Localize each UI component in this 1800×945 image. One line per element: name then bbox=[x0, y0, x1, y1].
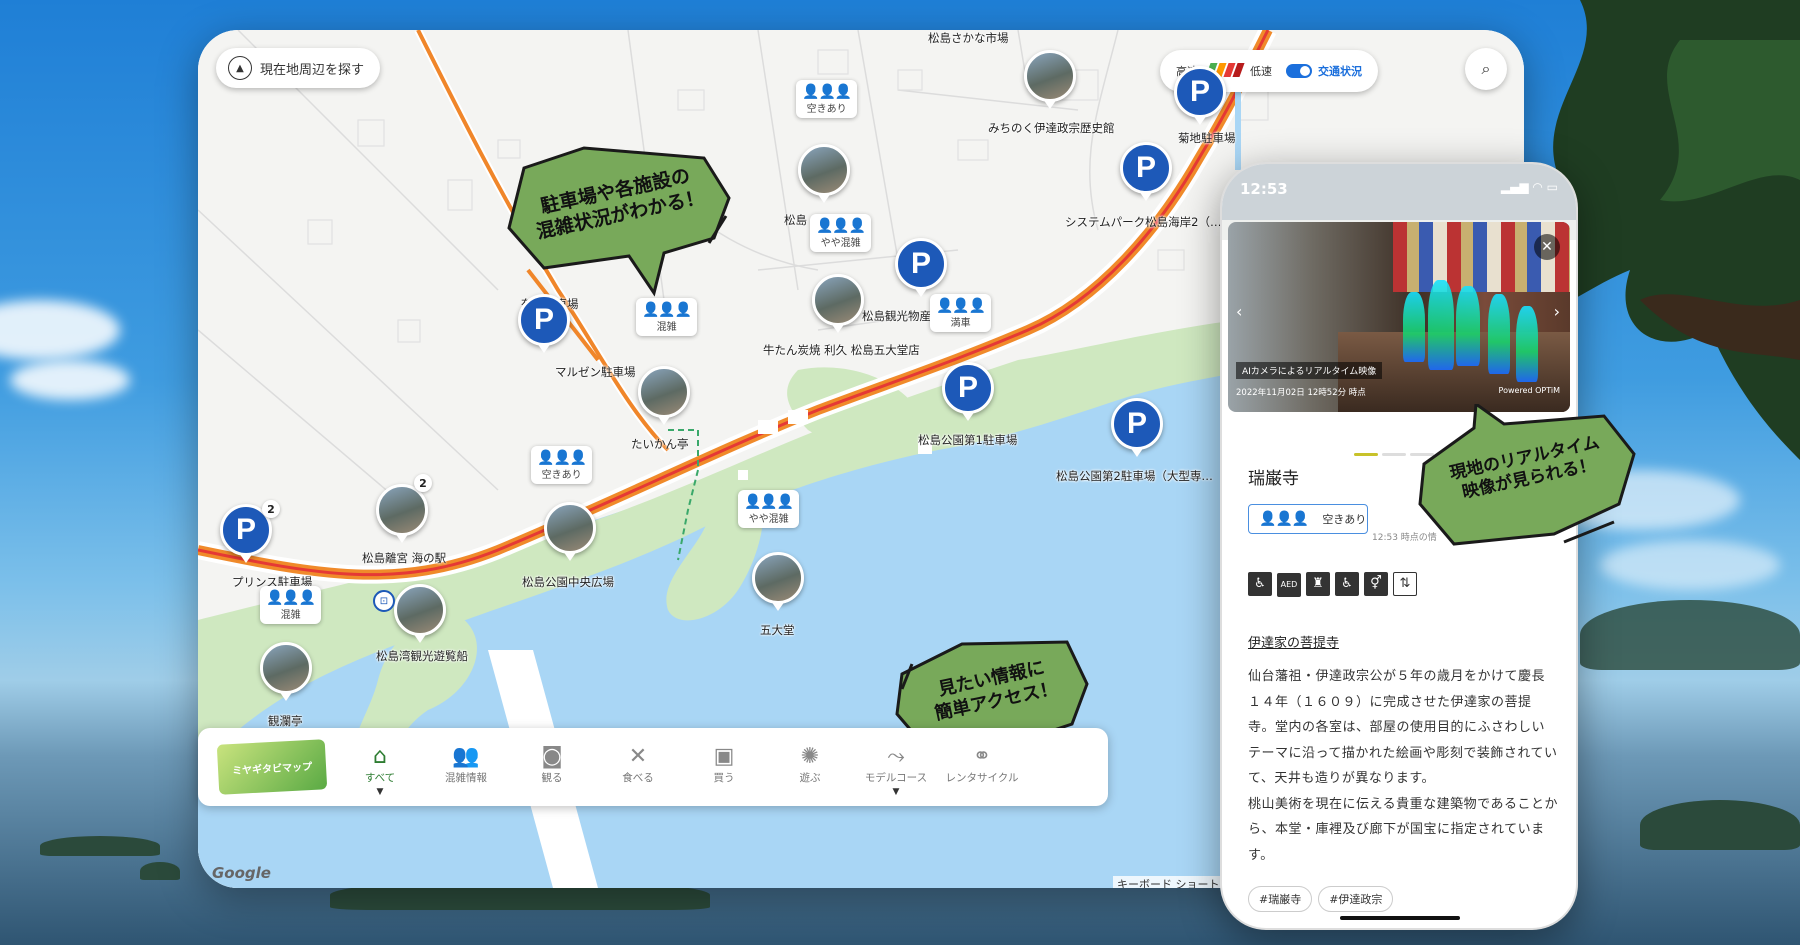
callout-video: 現地のリアルタイム 映像が見られる！ bbox=[1414, 404, 1640, 554]
aed-icon: AED bbox=[1277, 573, 1301, 597]
photo-pin[interactable] bbox=[812, 274, 864, 333]
place-label: システムパーク松島海岸2（… bbox=[1065, 215, 1222, 229]
place-subtitle: 伊達家の菩提寺 bbox=[1248, 636, 1340, 651]
place-label: 松島さかな市場 bbox=[928, 31, 1009, 45]
ferris-wheel-icon: ✺ bbox=[800, 744, 820, 769]
parking-pin[interactable]: P bbox=[1120, 142, 1172, 201]
chevron-down-icon: ▼ bbox=[376, 787, 384, 797]
bottom-navigation: ミヤギタビマップ ⌂ すべて ▼ 👥 混雑情報 ◙ 観る ✕ 食べる ▣ 買う … bbox=[198, 728, 1108, 806]
keyboard-shortcuts-link[interactable]: キーボード ショートカ bbox=[1113, 876, 1235, 888]
search-button[interactable]: ⌕ bbox=[1465, 48, 1507, 90]
nursing-room-icon: ♜ bbox=[1306, 572, 1330, 596]
home-indicator bbox=[1340, 916, 1460, 920]
navigation-icon: ▲ bbox=[228, 56, 252, 80]
crowd-badge[interactable]: 👤👤👤 空きあり bbox=[531, 446, 593, 484]
place-label: 菊地駐車場 bbox=[1178, 131, 1236, 145]
app-logo[interactable]: ミヤギタビマップ bbox=[216, 739, 328, 795]
status-bar: 12:53 ▂▄▆ ◠ ▭ bbox=[1222, 164, 1576, 220]
restroom-icon: ⚥ bbox=[1364, 572, 1388, 596]
photo-pin[interactable] bbox=[260, 642, 312, 701]
home-icon: ⌂ bbox=[373, 744, 387, 769]
nav-item-buy[interactable]: ▣ 買う bbox=[686, 744, 762, 785]
place-label: 松島観光物産 bbox=[862, 309, 931, 323]
tag[interactable]: #伊達政宗 bbox=[1318, 886, 1394, 912]
nav-item-model-course[interactable]: ⤳ モデルコース ▼ bbox=[858, 744, 934, 797]
place-label: 松島公園第1駐車場 bbox=[918, 433, 1018, 447]
place-label: たいかん亭 bbox=[631, 437, 689, 451]
crowd-badge[interactable]: 👤👤👤 やや混雑 bbox=[810, 214, 872, 252]
traffic-toggle-label: 交通状況 bbox=[1318, 65, 1362, 78]
parking-pin[interactable]: P bbox=[1111, 398, 1163, 457]
wheelchair-icon: ♿ bbox=[1248, 572, 1272, 596]
close-icon[interactable]: ✕ bbox=[1534, 234, 1560, 260]
place-label: 牛たん炭焼 利久 松島五大堂店 bbox=[763, 343, 920, 357]
photo-pin[interactable] bbox=[638, 366, 690, 425]
nav-item-crowd[interactable]: 👥 混雑情報 bbox=[428, 744, 504, 785]
search-icon: ⌕ bbox=[1481, 59, 1491, 78]
count-badge: 2 bbox=[414, 474, 432, 492]
camera-icon: ◙ bbox=[541, 744, 563, 769]
place-description: 仙台藩祖・伊達政宗公が５年の歳月をかけて慶長１４年（１６０９）に完成させた伊達家… bbox=[1248, 669, 1558, 863]
place-label: 松島 bbox=[784, 213, 807, 227]
video-powered: Powered OPTiM bbox=[1498, 386, 1560, 395]
accessible-toilet-icon: ♿ bbox=[1335, 572, 1359, 596]
bag-icon: ▣ bbox=[713, 744, 735, 769]
nav-item-all[interactable]: ⌂ すべて ▼ bbox=[342, 744, 418, 797]
photo-pin[interactable] bbox=[544, 502, 596, 561]
google-logo: Google bbox=[212, 864, 271, 882]
nav-item-play[interactable]: ✺ 遊ぶ bbox=[772, 744, 848, 785]
facility-icons: ♿ AED ♜ ♿ ⚥ ⇅ bbox=[1248, 572, 1422, 597]
bicycle-icon: ⚭ bbox=[972, 744, 992, 769]
signal-wifi-battery-icon: ▂▄▆ ◠ ▭ bbox=[1500, 180, 1558, 194]
photo-pin[interactable] bbox=[798, 144, 850, 203]
crowd-badge[interactable]: 👤👤👤 混雑 bbox=[636, 298, 698, 336]
chevron-down-icon: ▼ bbox=[892, 787, 900, 797]
locate-nearby-button[interactable]: ▲ 現在地周辺を探す bbox=[216, 48, 381, 88]
chevron-right-icon[interactable]: › bbox=[1554, 302, 1560, 321]
traffic-toggle[interactable] bbox=[1286, 64, 1312, 78]
parking-pin[interactable]: P bbox=[942, 362, 994, 421]
parking-pin[interactable]: P bbox=[1174, 66, 1226, 125]
nav-item-rent-cycle[interactable]: ⚭ レンタサイクル bbox=[944, 744, 1020, 785]
place-label: 観瀾亭 bbox=[268, 714, 303, 728]
crowd-badge[interactable]: 👤👤👤 混雑 bbox=[260, 586, 322, 624]
crowd-badge[interactable]: 👤👤👤 満車 bbox=[930, 294, 992, 332]
photo-pin[interactable] bbox=[394, 584, 446, 643]
tag-list: #瑞巌寺 #伊達政宗 bbox=[1248, 886, 1399, 912]
photo-pin[interactable] bbox=[1024, 50, 1076, 109]
parking-pin[interactable]: P bbox=[895, 238, 947, 297]
place-label: 松島離宮 海の駅 bbox=[362, 551, 447, 565]
live-video[interactable]: ‹ › ✕ AIカメラによるリアルタイム映像 2022年11月02日 12時52… bbox=[1228, 222, 1570, 412]
crowd-badge[interactable]: 👤👤👤 空きあり bbox=[796, 80, 858, 118]
clock: 12:53 bbox=[1240, 180, 1288, 198]
nav-item-see[interactable]: ◙ 観る bbox=[514, 744, 590, 785]
crowd-badge[interactable]: 👤👤👤 やや混雑 bbox=[738, 490, 800, 528]
video-caption: AIカメラによるリアルタイム映像 bbox=[1236, 362, 1383, 379]
locate-label: 現在地周辺を探す bbox=[260, 62, 365, 78]
nav-item-eat[interactable]: ✕ 食べる bbox=[600, 744, 676, 785]
parking-pin[interactable]: P bbox=[518, 294, 570, 353]
people-icon: 👥 bbox=[452, 744, 480, 769]
chevron-left-icon[interactable]: ‹ bbox=[1236, 302, 1242, 321]
bus-stop-icon[interactable]: ⊡ bbox=[373, 590, 395, 612]
place-label: 松島湾観光遊覧船 bbox=[376, 649, 468, 663]
video-date: 2022年11月02日 12時52分 時点 bbox=[1236, 388, 1366, 398]
place-label: 松島公園第2駐車場（大型専… bbox=[1056, 469, 1213, 483]
tag[interactable]: #瑞巌寺 bbox=[1248, 886, 1313, 912]
slow-label: 低速 bbox=[1250, 65, 1272, 78]
count-badge: 2 bbox=[262, 500, 280, 518]
elevator-icon: ⇅ bbox=[1393, 572, 1417, 596]
place-label: みちのく伊達政宗歴史館 bbox=[988, 121, 1115, 135]
place-title: 瑞巌寺 bbox=[1248, 469, 1299, 489]
status-badge: 👤👤👤 空きあり bbox=[1248, 504, 1368, 534]
place-label: 松島公園中央広場 bbox=[522, 575, 614, 589]
place-label: マルゼン駐車場 bbox=[555, 365, 636, 379]
fork-knife-icon: ✕ bbox=[628, 744, 648, 769]
callout-crowd: 駐車場や各施設の 混雑状況がわかる！ bbox=[504, 138, 734, 298]
route-icon: ⤳ bbox=[887, 744, 905, 769]
place-label: 五大堂 bbox=[760, 623, 795, 637]
photo-pin[interactable] bbox=[752, 552, 804, 611]
